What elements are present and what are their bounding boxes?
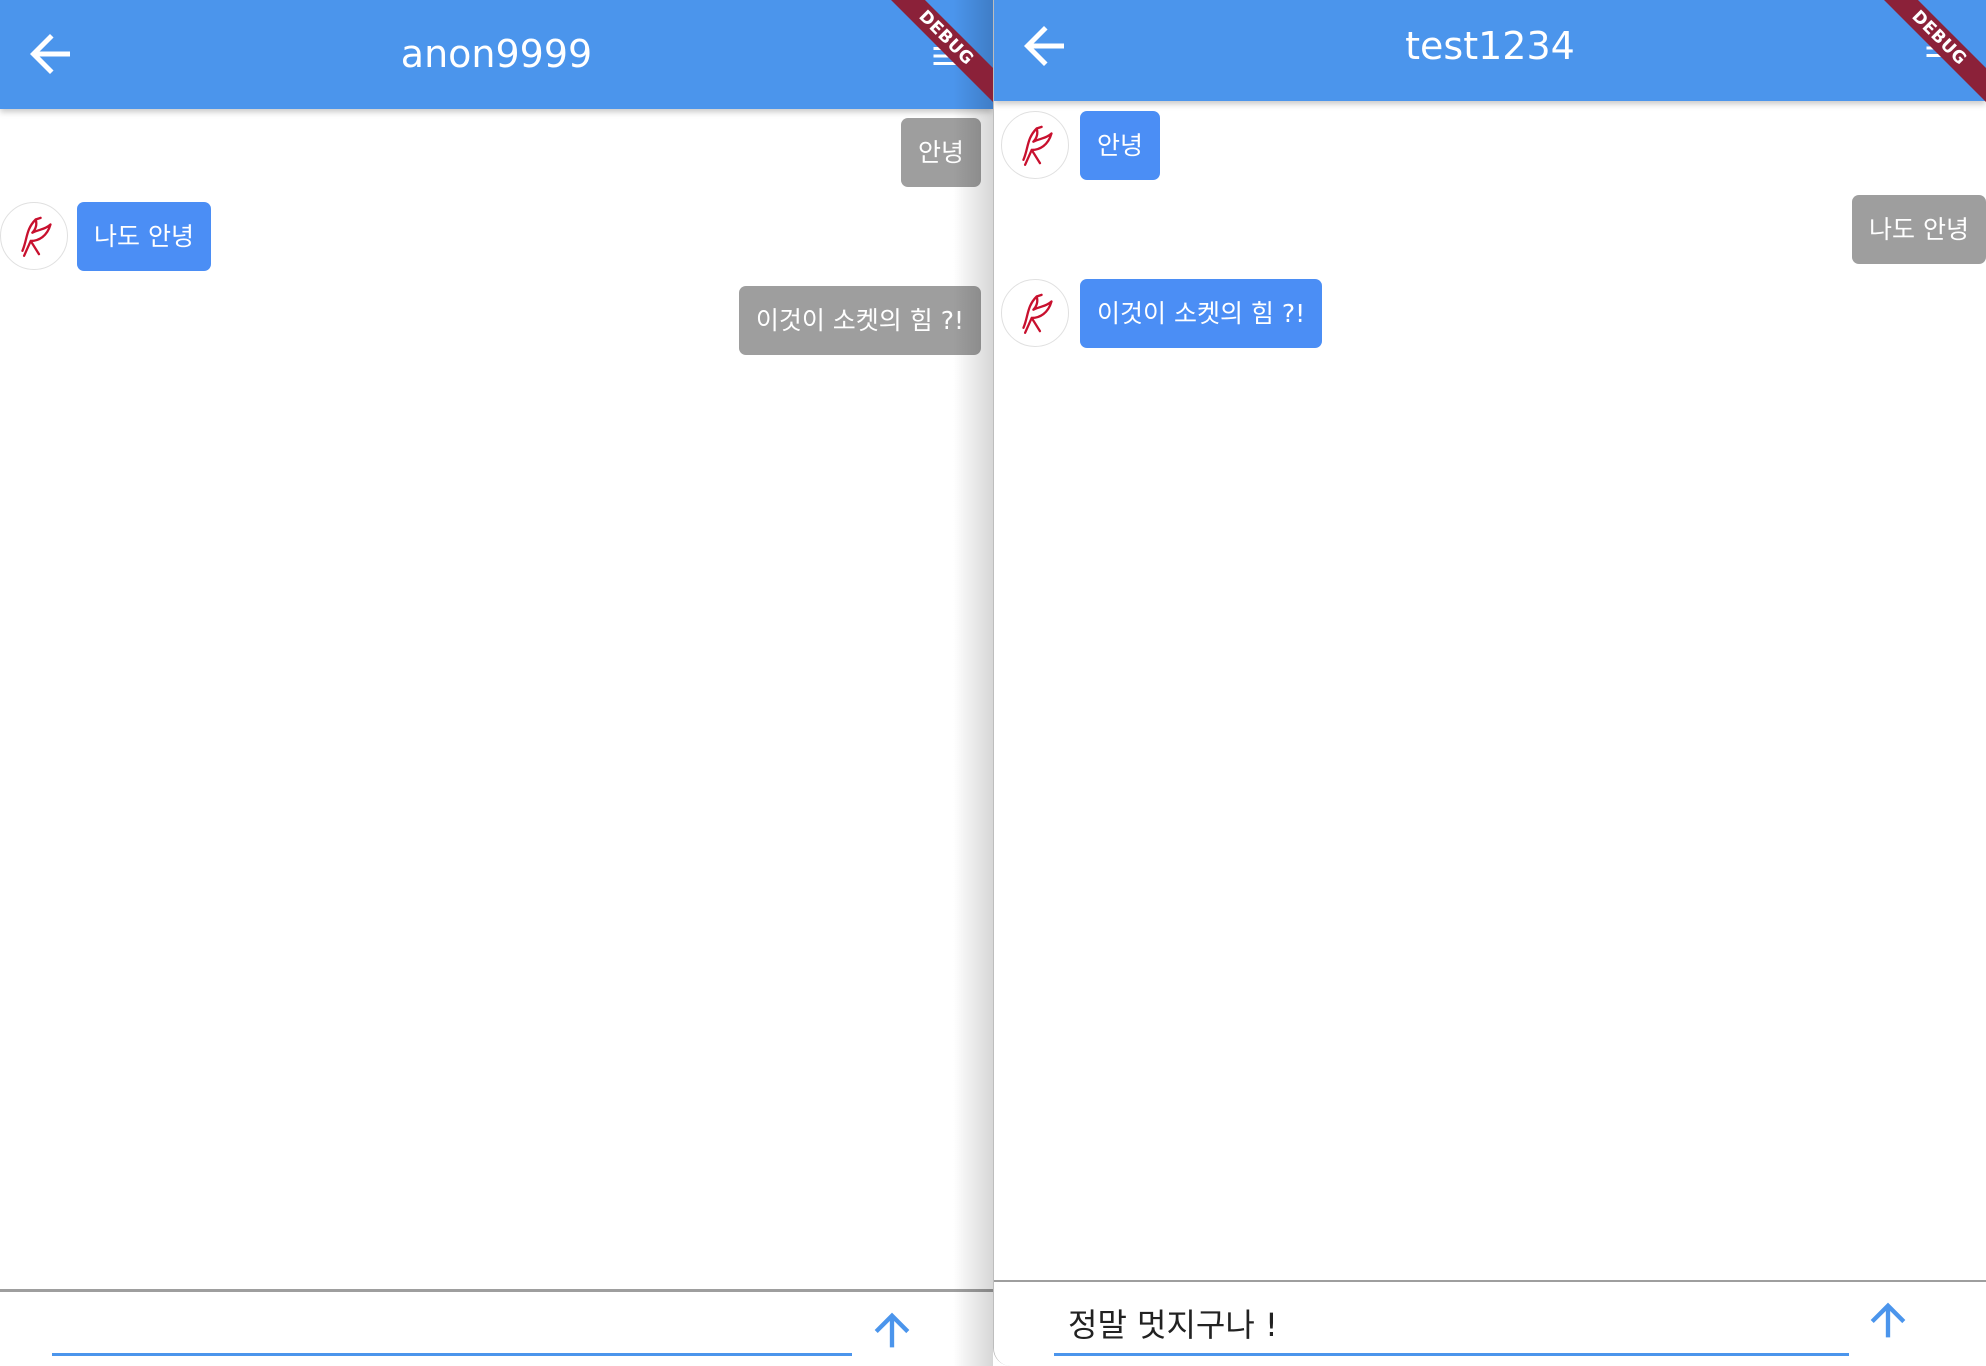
message-bubble-received: 나도 안녕 — [77, 202, 211, 271]
send-button[interactable] — [1862, 1294, 1914, 1346]
chat-title: anon9999 — [400, 32, 593, 76]
app-bar: anon9999 — [0, 0, 993, 109]
bird-logo-icon — [1022, 125, 1053, 166]
arrow-up-icon — [1870, 1302, 1906, 1338]
bird-logo-icon — [1022, 293, 1053, 334]
avatar — [1001, 279, 1069, 347]
chat-title: test1234 — [1405, 24, 1575, 68]
message-input[interactable] — [52, 1300, 852, 1356]
message-composer — [0, 1289, 993, 1366]
message-bubble-sent: 안녕 — [900, 118, 981, 187]
panel-shadow — [953, 0, 993, 1366]
menu-icon — [933, 47, 961, 65]
message-bubble-received: 이것이 소켓의 힘 ?! — [1080, 279, 1323, 348]
avatar — [0, 202, 68, 270]
message-bubble-sent: 이것이 소켓의 힘 ?! — [738, 286, 981, 355]
message-composer — [994, 1280, 1986, 1366]
send-button[interactable] — [866, 1304, 918, 1356]
bird-logo-icon — [21, 216, 52, 257]
menu-button[interactable] — [929, 38, 965, 74]
avatar — [1001, 111, 1069, 179]
app-bar: test1234 — [994, 0, 1986, 101]
chat-panel-right: test1234 DEBUG 안녕 나도 안녕 이것이 소켓의 힘 ?! — [993, 0, 1986, 1366]
chat-panel-left: anon9999 DEBUG 안녕 나도 안녕 이것이 소켓의 힘 ?! — [0, 0, 993, 1366]
message-input[interactable] — [1054, 1292, 1849, 1356]
message-bubble-sent: 나도 안녕 — [1852, 195, 1986, 264]
menu-button[interactable] — [1922, 30, 1958, 66]
arrow-up-icon — [874, 1312, 910, 1348]
menu-icon — [1926, 39, 1954, 57]
message-bubble-received: 안녕 — [1080, 111, 1161, 180]
